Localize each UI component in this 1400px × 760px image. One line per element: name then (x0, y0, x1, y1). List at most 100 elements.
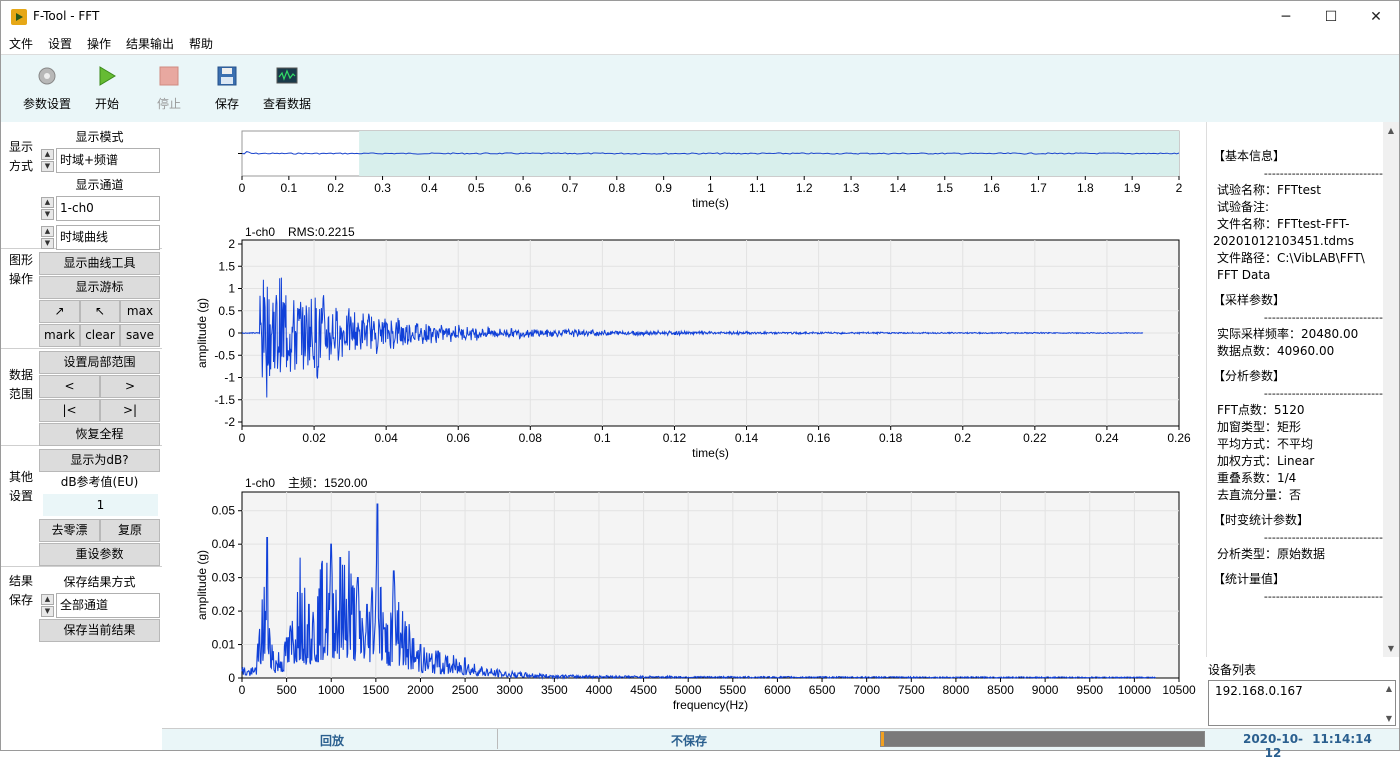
scroll-down-icon[interactable]: ▼ (1386, 714, 1392, 723)
show-cursor-button[interactable]: 显示游标 (39, 276, 160, 299)
menu-file[interactable]: 文件 (9, 35, 33, 52)
spin-up-icon[interactable]: ▲ (41, 594, 54, 605)
status-date: 2020-10-12 (1242, 732, 1304, 760)
overview-tick-label: 1.6 (983, 181, 1000, 195)
menu-settings[interactable]: 设置 (48, 35, 72, 52)
monitor-icon (276, 67, 298, 84)
info-divider: ------------------------------ (1263, 311, 1383, 324)
time-x-tick-label: 0.18 (879, 431, 903, 445)
display-group-label: 显示方式 (9, 140, 34, 173)
time-x-tick-label: 0.26 (1167, 431, 1191, 445)
restore-full-range-button[interactable]: 恢复全程 (39, 423, 160, 446)
minimize-button[interactable]: ─ (1263, 1, 1309, 33)
device-item[interactable]: 192.168.0.167 (1209, 681, 1395, 701)
save-mode-caption: 保存结果方式 (63, 575, 136, 589)
overview-tick-label: 1.8 (1077, 181, 1094, 195)
mark-button[interactable]: mark (39, 324, 80, 347)
result-save-group-label: 结果保存 (9, 574, 34, 607)
freq-x-tick-label: 500 (277, 683, 297, 697)
floppy-icon (217, 66, 237, 86)
freq-x-tick-label: 5000 (675, 683, 702, 697)
revert-button[interactable]: 复原 (100, 519, 160, 542)
scroll-up-icon[interactable]: ▲ (1386, 684, 1392, 693)
overview-tick-label: 0.8 (608, 181, 625, 195)
save-button[interactable]: 保存 (197, 65, 257, 115)
menu-help[interactable]: 帮助 (189, 35, 213, 52)
overview-tick-label: 1.5 (936, 181, 953, 195)
max-button[interactable]: max (120, 300, 160, 323)
set-local-range-button[interactable]: 设置局部范围 (39, 351, 160, 374)
display-mode-selector[interactable]: ▲ ▼ 时域+频谱 (39, 148, 160, 174)
start-button[interactable]: 开始 (77, 65, 137, 115)
status-bar: 回放 不保存 2020-10-12 11:14:14 (162, 728, 1399, 760)
info-divider: ------------------------------ (1263, 167, 1383, 180)
reset-params-button[interactable]: 重设参数 (39, 543, 160, 566)
range-prev-button[interactable]: < (39, 375, 100, 398)
freq-plot-main-freq: 主频：1520.00 (288, 476, 368, 490)
maximize-button[interactable]: ☐ (1308, 1, 1354, 33)
freq-x-tick-label: 8500 (987, 683, 1014, 697)
save-current-result-button[interactable]: 保存当前结果 (39, 619, 160, 642)
spin-down-icon[interactable]: ▼ (41, 161, 54, 172)
time-y-tick-label: 1.5 (218, 259, 235, 273)
scroll-up-icon[interactable]: ▲ (1383, 126, 1399, 135)
graph-ops-group-label: 图形操作 (9, 253, 34, 286)
close-button[interactable]: ✕ (1353, 1, 1399, 33)
display-channel-selector[interactable]: ▲ ▼ 1-ch0 (39, 196, 160, 222)
freq-x-tick-label: 3500 (541, 683, 568, 697)
info-line: FFT Data (1217, 268, 1271, 282)
freq-x-tick-label: 10500 (1162, 683, 1196, 697)
display-channel-value[interactable]: 1-ch0 (56, 196, 160, 221)
time-x-tick-label: 0.22 (1023, 431, 1047, 445)
range-last-button[interactable]: >| (100, 399, 160, 422)
curve-type-value[interactable]: 时域曲线 (56, 225, 160, 250)
show-db-button[interactable]: 显示为dB? (39, 449, 160, 472)
stop-icon (159, 66, 179, 86)
freq-x-tick-label: 7500 (898, 683, 925, 697)
zoom-in-button[interactable]: ↗ (39, 300, 80, 323)
menu-operate[interactable]: 操作 (87, 35, 111, 52)
range-next-button[interactable]: > (100, 375, 160, 398)
spin-up-icon[interactable]: ▲ (41, 149, 54, 160)
range-first-button[interactable]: |< (39, 399, 100, 422)
overview-tick-label: 0.2 (327, 181, 344, 195)
stop-label: 停止 (156, 97, 181, 111)
overview-tick-label: 1.9 (1124, 181, 1141, 195)
mark-save-button[interactable]: save (120, 324, 160, 347)
menu-output[interactable]: 结果输出 (126, 35, 174, 52)
progress-fill (881, 732, 885, 746)
spin-down-icon[interactable]: ▼ (41, 238, 54, 249)
charts-svg[interactable]: 0 0.1 0.2 0.3 0.4 0.5 0.6 0.7 0.8 0.9 1 1.1 1.2 1.3 1.… (162, 122, 1206, 728)
time-x-tick-label: 0.06 (447, 431, 471, 445)
info-line: 平均方式：不平均 (1217, 437, 1314, 451)
scroll-down-icon[interactable]: ▼ (1383, 644, 1399, 653)
stop-button[interactable]: 停止 (139, 65, 199, 115)
curve-type-selector[interactable]: ▲ ▼ 时域曲线 (39, 225, 160, 251)
info-line: 文件路径：C:\VibLAB\FFT\ (1217, 251, 1365, 265)
view-data-button[interactable]: 查看数据 (257, 65, 317, 115)
info-text: 【基本信息】 ------------------------------ 试验名称… (1213, 140, 1383, 605)
spin-down-icon[interactable]: ▼ (41, 606, 54, 617)
remove-drift-button[interactable]: 去零漂 (39, 519, 100, 542)
save-mode-selector[interactable]: ▲ ▼ 全部通道 (39, 593, 160, 619)
spin-down-icon[interactable]: ▼ (41, 209, 54, 220)
device-list[interactable]: 192.168.0.167 ▲ ▼ (1208, 680, 1396, 726)
time-y-tick-label: -0.5 (214, 348, 235, 362)
info-line: 实际采样频率：20480.00 (1217, 327, 1359, 341)
show-curve-tools-button[interactable]: 显示曲线工具 (39, 252, 160, 275)
db-ref-input[interactable]: 1 (43, 494, 158, 516)
info-line: FFT点数：5120 (1217, 403, 1305, 417)
freq-x-tick-label: 3000 (496, 683, 523, 697)
spin-up-icon[interactable]: ▲ (41, 197, 54, 208)
clear-button[interactable]: clear (80, 324, 120, 347)
info-scrollbar[interactable]: ▲ ▼ (1383, 122, 1399, 657)
save-mode-value[interactable]: 全部通道 (56, 593, 160, 618)
param-settings-button[interactable]: 参数设置 (17, 65, 77, 115)
overview-tick-label: 2 (1176, 181, 1183, 195)
info-section-heading: 【时变统计参数】 (1213, 513, 1310, 527)
zoom-out-button[interactable]: ↖ (80, 300, 120, 323)
freq-y-tick-label: 0.03 (212, 571, 236, 585)
display-mode-value[interactable]: 时域+频谱 (56, 148, 160, 173)
spin-up-icon[interactable]: ▲ (41, 226, 54, 237)
time-y-tick-label: 2 (228, 237, 235, 251)
